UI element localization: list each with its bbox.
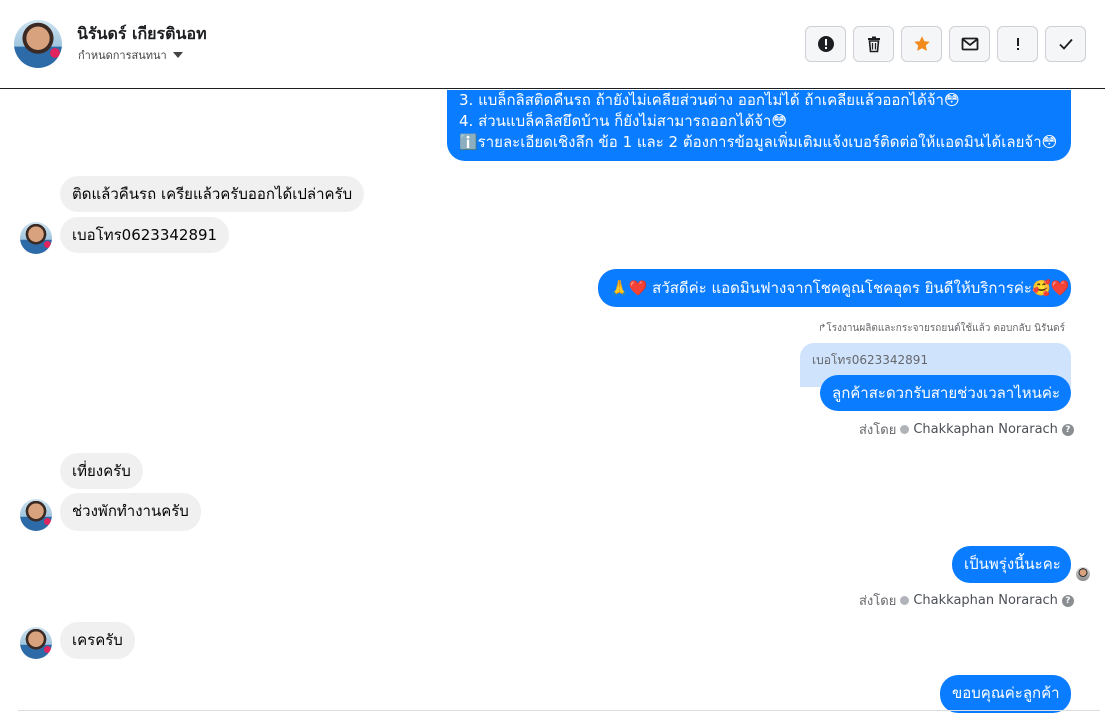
important-button[interactable] [997,26,1038,62]
delete-button[interactable] [853,26,894,62]
verified-icon [900,596,910,605]
envelope-icon [961,37,978,51]
assign-label: กำหนดการสนทนา [78,49,167,62]
message-thread[interactable]: 3. แบล็กลิสติดคืนรถ ถ้ายังไม่เคลียส่วนต่… [0,90,1105,713]
star-icon [913,36,930,51]
contact-avatar[interactable] [14,20,62,68]
outgoing-message[interactable]: ลูกค้าสะดวกรับสายช่วงเวลาไหนค่ะ [820,375,1071,411]
incoming-message[interactable]: เที่ยงครับ [60,453,143,489]
contact-name[interactable]: นิรันดร์ เกียรตินอท [77,22,207,47]
help-icon[interactable]: ? [1061,594,1074,607]
action-toolbar [805,26,1086,62]
message-line: 3. แบล็กลิสติดคืนรถ ถ้ายังไม่เคลียส่วนต่… [459,91,960,109]
message-line: 4. ส่วนแบล็คลิสยึดบ้าน ก็ยังไม่สามารถออก… [459,112,788,130]
heart-badge-icon [44,646,51,653]
contact-avatar-small [20,499,52,531]
trash-icon [867,36,880,53]
contact-avatar-small [20,222,52,254]
help-icon[interactable]: ? [1061,423,1074,436]
star-button[interactable] [901,26,942,62]
alert-icon [817,36,834,52]
spam-button[interactable] [805,26,846,62]
sent-by-info: ส่งโดย Chakkaphan Norarach ? [859,419,1074,440]
sent-by-info: ส่งโดย Chakkaphan Norarach ? [859,590,1074,611]
incoming-message[interactable]: ช่วงพักทำงานครับ [60,493,201,531]
reply-note-text: โรงงานผลิตและกระจายรถยนต์ใช้แล้ว ตอบกลับ… [826,323,1066,334]
outgoing-message[interactable]: 🙏❤️ สวัสดีค่ะ แอดมินฟางจากโชคคูณโชคอุดร … [598,269,1071,307]
check-icon [1058,38,1073,50]
agent-name[interactable]: Chakkaphan Norarach [913,593,1058,608]
assign-conversation-dropdown[interactable]: กำหนดการสนทนา [78,46,183,64]
composer-divider [18,710,1100,714]
conversation-header: นิรันดร์ เกียรตินอท กำหนดการสนทนา [0,0,1105,89]
done-button[interactable] [1045,26,1086,62]
incoming-message[interactable]: เครครับ [60,622,135,659]
sent-by-label: ส่งโดย [859,594,897,609]
heart-badge-icon [50,48,60,58]
mark-unread-button[interactable] [949,26,990,62]
contact-avatar-small [20,627,52,659]
incoming-message[interactable]: เบอโทร0623342891 [60,217,230,253]
caret-down-icon [172,52,183,58]
verified-icon [900,425,910,434]
heart-badge-icon [44,241,51,248]
agent-name[interactable]: Chakkaphan Norarach [913,422,1058,437]
outgoing-message[interactable]: 3. แบล็กลิสติดคืนรถ ถ้ายังไม่เคลียส่วนต่… [447,90,1071,161]
outgoing-message[interactable]: เป็นพรุ่งนี้นะคะ [952,546,1071,583]
exclamation-icon [1016,38,1019,50]
sent-by-label: ส่งโดย [859,423,897,438]
outgoing-message[interactable]: ขอบคุณค่ะลูกค้า [940,675,1071,713]
incoming-message[interactable]: ติดแล้วคืนรถ เครียแล้วครับออกได้เปล่าครั… [60,176,365,212]
reply-note: ↱โรงงานผลิตและกระจายรถยนต์ใช้แล้ว ตอบกลั… [818,321,1065,336]
seen-avatar [1076,567,1090,581]
message-line: ℹ️รายละเอียดเชิงลึก ข้อ 1 และ 2 ต้องการข… [459,133,1058,151]
heart-badge-icon [44,518,51,525]
